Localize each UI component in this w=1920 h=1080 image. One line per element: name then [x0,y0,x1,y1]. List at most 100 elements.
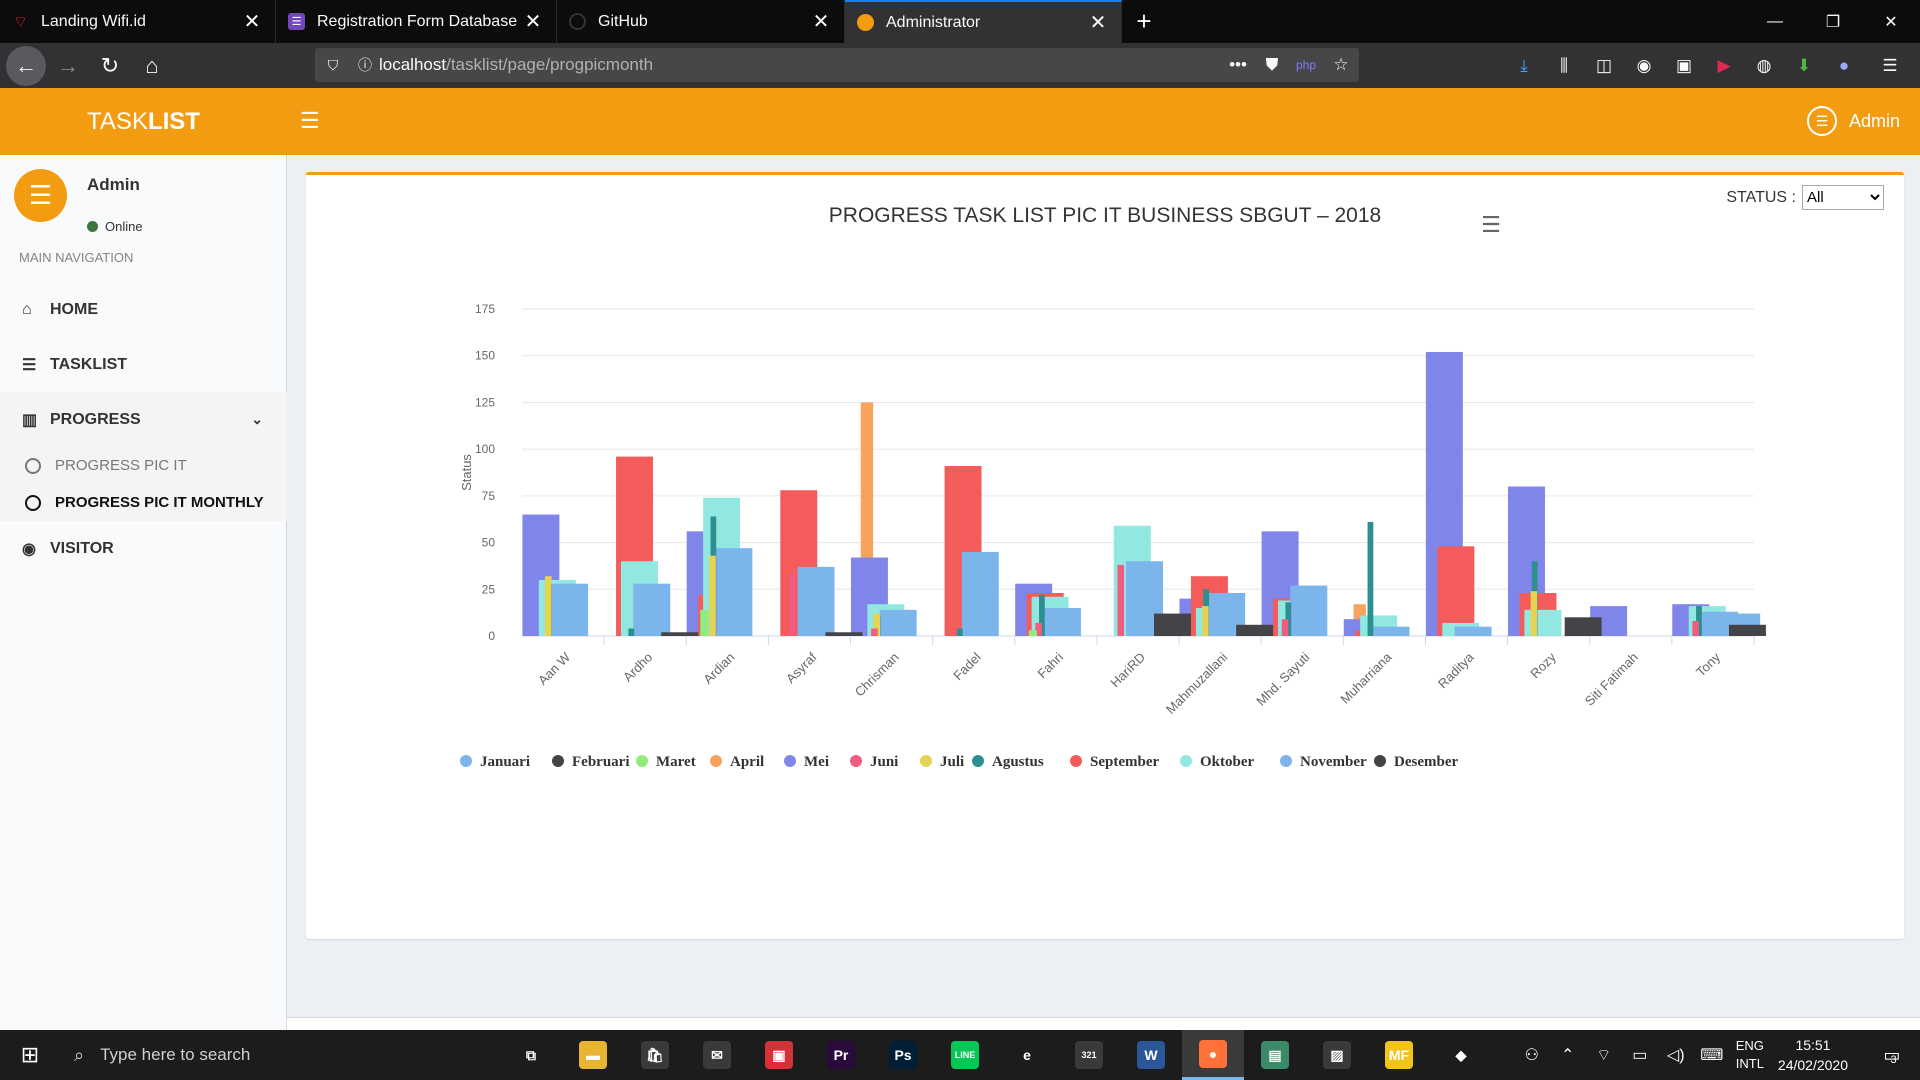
new-tab-button[interactable]: + [1122,0,1166,43]
taskbar-app[interactable]: ▬ [562,1030,624,1080]
tab-administrator[interactable]: Administrator ✕ [845,0,1122,43]
x-tick-label: HariRD [1107,650,1148,691]
taskbar-app[interactable]: ⧉ [500,1030,562,1080]
account-icon[interactable]: ◉ [1624,46,1664,86]
mail-icon: ✉ [703,1041,731,1069]
extension-icon[interactable]: ▣ [1664,46,1704,86]
user-panel: ☰ Admin Online [14,169,274,234]
taskbar-app[interactable]: ▤ [1244,1030,1306,1080]
app-header: TASK LIST ☰ ☰ Admin [0,88,1920,155]
download-green-icon[interactable]: ⬇ [1784,46,1824,86]
hamburger-menu-icon[interactable]: ☰ [300,108,320,134]
extension-blue-icon[interactable]: ● [1824,46,1864,86]
clock[interactable]: 15:51 24/02/2020 [1778,1035,1848,1075]
taskbar-app[interactable]: ▨ [1306,1030,1368,1080]
chevron-down-icon: ⌄ [251,411,263,427]
sidebar-subitem-progress-pic-it-monthly[interactable]: PROGRESS PIC IT MONTHLY [0,484,287,521]
taskbar-app[interactable]: Pr [810,1030,872,1080]
wifi-icon[interactable]: ⌔ [1586,1045,1622,1065]
sidebar-item-label: VISITOR [50,539,114,557]
taskbar-app[interactable]: 🛍 [624,1030,686,1080]
url-path: /tasklist/page/progpicmonth [446,55,654,74]
battery-icon[interactable]: ▭ [1622,1045,1658,1065]
window-controls: — ❐ ✕ [1746,0,1920,43]
legend-marker [552,755,564,767]
restore-icon[interactable]: ❐ [1804,0,1862,43]
taskbar-app[interactable]: Ps [872,1030,934,1080]
chart-bar [1692,621,1699,636]
app-logo[interactable]: TASK LIST [0,88,287,155]
windows-start-icon[interactable]: ⊞ [0,1030,60,1080]
legend-marker [920,755,932,767]
legend-item: Februari [572,754,630,770]
close-icon[interactable]: ✕ [1087,10,1109,35]
y-tick-label: 125 [475,395,495,409]
back-arrow-icon[interactable]: ← [6,45,46,86]
forward-arrow-icon[interactable]: → [48,46,88,86]
x-tick-label: Siti Fatimah [1582,650,1641,709]
x-tick-label: Rozy [1527,649,1559,681]
window-close-icon[interactable]: ✕ [1862,0,1920,43]
tab-landing-wifi[interactable]: ⌔ Landing Wifi.id ✕ [0,0,276,43]
taskbar-app[interactable]: ✉ [686,1030,748,1080]
language-top: ENG [1735,1038,1764,1053]
sidebar-subitem-progress-pic-it[interactable]: PROGRESS PIC IT [0,447,287,484]
x-tick-label: Mhd. Sayuti [1253,649,1312,708]
sidebar-item-tasklist[interactable]: ☰ TASKLIST [0,337,287,392]
home-icon[interactable]: ⌂ [132,46,172,86]
minimize-icon[interactable]: — [1746,0,1804,43]
header-user-menu[interactable]: ☰ Admin [1806,106,1900,136]
sidebar-toggle-icon[interactable]: ◫ [1584,46,1624,86]
php-icon[interactable]: php [1289,58,1323,72]
menu-icon[interactable]: ☰ [1870,46,1910,86]
chevron-up-icon[interactable]: ⌃ [1550,1045,1586,1065]
taskbar-app[interactable]: 321 [1058,1030,1120,1080]
logo-suffix: LIST [147,107,200,135]
taskbar-app[interactable]: LINE [934,1030,996,1080]
close-icon[interactable]: ✕ [522,9,544,34]
taskbar-app[interactable]: W [1120,1030,1182,1080]
taskbar-app[interactable]: e [996,1030,1058,1080]
language-indicator[interactable]: ENG INTL [1736,1037,1764,1073]
close-icon[interactable]: ✕ [810,9,832,34]
extension-red-icon[interactable]: ▶ [1704,46,1744,86]
download-icon[interactable]: ⤓ [1504,46,1544,86]
sidebar-item-progress[interactable]: ▥ PROGRESS ⌄ [0,392,287,447]
pocket-icon[interactable]: ⛊ [1255,55,1289,75]
legend-marker [636,755,648,767]
y-tick-label: 0 [488,629,495,643]
y-tick-label: 100 [475,442,495,456]
info-icon[interactable]: ⓘ [351,55,379,75]
taskbar-search[interactable]: ⌕ Type here to search [60,1030,500,1080]
chart-bar [709,555,716,636]
sidebar-item-visitor[interactable]: ◉ VISITOR [0,521,287,576]
more-options-icon[interactable]: ••• [1221,55,1255,75]
clock-time: 15:51 [1795,1037,1831,1053]
people-icon[interactable]: ⚇ [1514,1045,1550,1065]
bookmark-star-icon[interactable]: ☆ [1323,55,1359,75]
taskbar-app[interactable]: MF [1368,1030,1430,1080]
chart-bar [1043,607,1081,636]
chart-bar [1236,624,1274,636]
taskbar-app[interactable]: ◆ [1430,1030,1492,1080]
notification-icon[interactable]: ▭ 3 [1870,1044,1910,1067]
shield-icon[interactable]: ⛉ [315,57,351,74]
taskbar-app[interactable]: ▣ [748,1030,810,1080]
library-icon[interactable]: ⫼ [1544,46,1584,86]
globe-icon[interactable]: ◍ [1744,46,1784,86]
chart-bar [1728,624,1766,636]
file-explorer-icon: ▬ [579,1041,607,1069]
url-bar[interactable]: ⛉ ⓘ localhost/tasklist/page/progpicmonth… [315,48,1359,82]
tab-github[interactable]: GitHub ✕ [557,0,845,43]
tab-registration-form[interactable]: ☰ Registration Form Database La ✕ [276,0,557,43]
legend-item: Agustus [992,754,1044,770]
reload-icon[interactable]: ↻ [90,46,130,86]
x-tick-label: Raditya [1435,649,1477,691]
taskbar-apps: ⧉ ▬ 🛍 ✉ ▣ Pr Ps LINE e 321 W ● ▤ ▨ MF ◆ [500,1030,1492,1080]
taskbar-app[interactable]: ● [1182,1030,1244,1080]
volume-icon[interactable]: ◁) [1658,1045,1694,1065]
sidebar-item-home[interactable]: ⌂ HOME [0,282,287,337]
browser-tab-bar: ⌔ Landing Wifi.id ✕ ☰ Registration Form … [0,0,1920,43]
keyboard-icon[interactable]: ⌨ [1694,1045,1730,1065]
close-icon[interactable]: ✕ [241,9,263,34]
